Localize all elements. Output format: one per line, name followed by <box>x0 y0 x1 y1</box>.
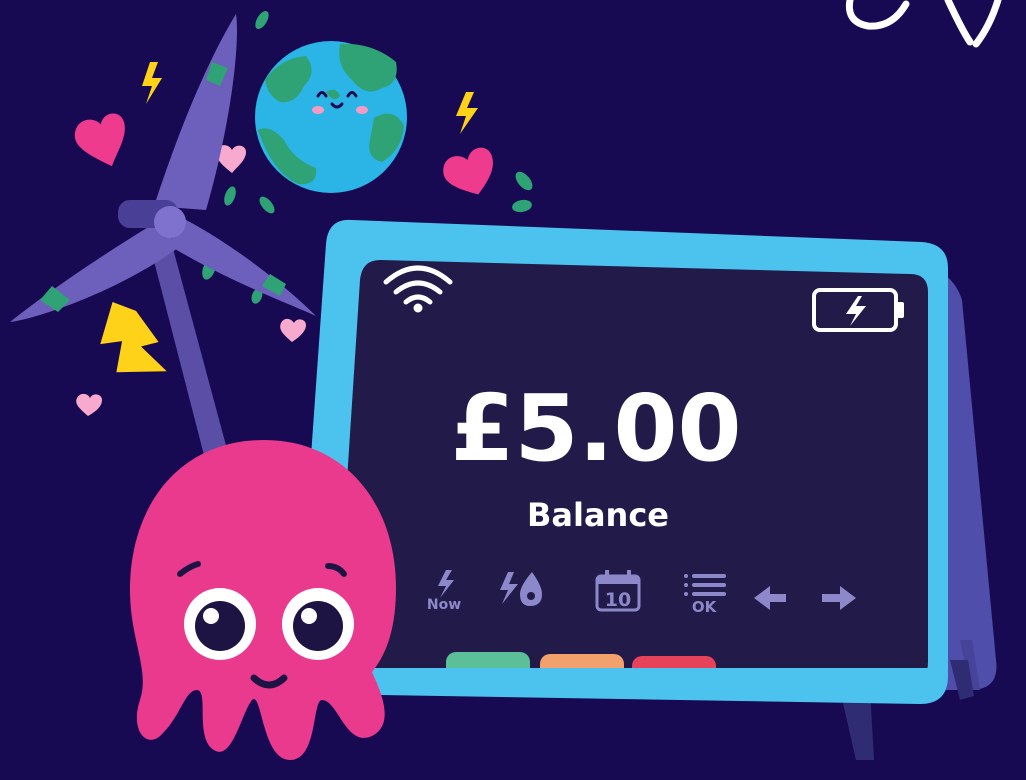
balance-amount: £5.00 <box>450 375 741 482</box>
calendar-day: 10 <box>605 589 631 611</box>
heart-icon <box>74 113 125 167</box>
cropped-heading-fragment <box>845 0 1002 48</box>
heart-icon <box>280 318 306 342</box>
ok-label: OK <box>692 598 718 616</box>
heart-icon <box>76 393 102 416</box>
bolt-icon <box>142 62 162 104</box>
bolt-icon <box>100 302 167 373</box>
earth <box>255 41 407 193</box>
bolt-icon <box>456 92 478 134</box>
balance-label: Balance <box>527 496 669 534</box>
heart-icon <box>443 147 493 195</box>
octopus-mascot <box>130 440 396 760</box>
now-label: Now <box>427 597 461 613</box>
smart-meter-device: £5.00 Balance Now 10 OK <box>295 219 997 760</box>
illustration-scene: £5.00 Balance Now 10 OK <box>10 0 1002 760</box>
